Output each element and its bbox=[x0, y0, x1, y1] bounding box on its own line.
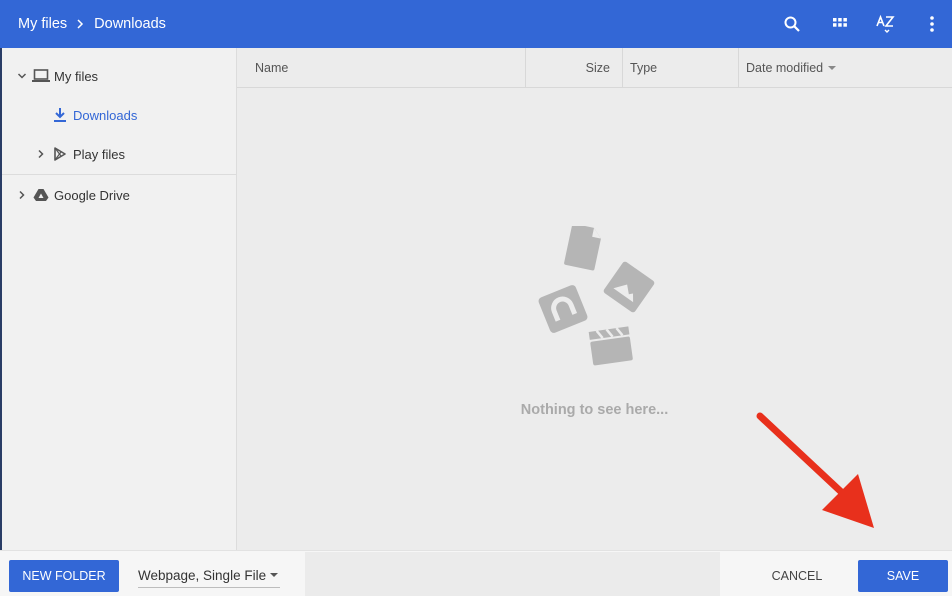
google-drive-icon bbox=[32, 186, 50, 204]
laptop-icon bbox=[32, 67, 50, 85]
sidebar-item-downloads[interactable]: Downloads bbox=[2, 97, 237, 133]
cancel-button[interactable]: CANCEL bbox=[748, 560, 846, 592]
image-icon bbox=[603, 261, 655, 313]
sort-descending-icon bbox=[828, 65, 837, 70]
sidebar-item-label: My files bbox=[54, 68, 99, 84]
column-divider[interactable] bbox=[622, 48, 623, 87]
breadcrumb-downloads[interactable]: Downloads bbox=[94, 16, 166, 32]
new-folder-button[interactable]: NEW FOLDER bbox=[9, 560, 119, 592]
save-button[interactable]: SAVE bbox=[858, 560, 948, 592]
sidebar-item-google-drive[interactable]: Google Drive bbox=[2, 177, 237, 213]
sidebar-divider bbox=[2, 174, 237, 175]
column-type[interactable]: Type bbox=[630, 48, 657, 87]
column-date-label: Date modified bbox=[746, 60, 824, 75]
breadcrumb: My files Downloads bbox=[18, 16, 166, 32]
column-type-label: Type bbox=[630, 60, 658, 75]
title-bar: My files Downloads bbox=[0, 0, 952, 48]
sort-az-icon[interactable] bbox=[870, 8, 902, 40]
file-type-value: Webpage, Single File bbox=[138, 568, 267, 583]
more-vert-icon[interactable] bbox=[916, 8, 948, 40]
sidebar-item-label: Google Drive bbox=[54, 187, 130, 203]
play-store-icon bbox=[51, 145, 69, 163]
sidebar-item-label: Play files bbox=[73, 146, 126, 162]
dialog-footer: NEW FOLDER Webpage, Single File CANCEL S… bbox=[0, 550, 952, 596]
empty-state-message: Nothing to see here... bbox=[520, 402, 669, 418]
column-header-row: Name Size Type Date modified bbox=[237, 48, 952, 88]
chevron-down-icon[interactable] bbox=[14, 68, 30, 84]
column-size[interactable]: Size bbox=[526, 48, 610, 87]
sidebar-item-play-files[interactable]: Play files bbox=[2, 136, 237, 172]
sidebar-item-label: Downloads bbox=[73, 107, 138, 123]
search-icon[interactable] bbox=[776, 8, 808, 40]
column-divider[interactable] bbox=[738, 48, 739, 87]
chevron-right-icon[interactable] bbox=[14, 187, 30, 203]
grid-view-icon[interactable] bbox=[824, 8, 856, 40]
audio-icon bbox=[538, 285, 588, 333]
download-icon bbox=[51, 106, 69, 124]
file-type-select[interactable]: Webpage, Single File bbox=[138, 564, 280, 588]
file-list-pane[interactable]: Name Size Type Date modified Nothing to … bbox=[237, 48, 952, 550]
sidebar: My files Downloads Play files Google Dri… bbox=[0, 48, 237, 550]
dropdown-arrow-icon bbox=[270, 573, 278, 577]
breadcrumb-my-files[interactable]: My files bbox=[18, 16, 67, 32]
toolbar bbox=[776, 0, 952, 48]
document-icon bbox=[564, 223, 601, 271]
empty-folder-illustration bbox=[535, 223, 659, 376]
column-name[interactable]: Name bbox=[255, 48, 288, 87]
column-size-label: Size bbox=[585, 60, 610, 75]
video-icon bbox=[588, 326, 633, 366]
column-date-modified[interactable]: Date modified bbox=[746, 48, 837, 87]
chevron-right-icon[interactable] bbox=[33, 146, 49, 162]
chevron-right-icon bbox=[75, 18, 85, 30]
filename-input[interactable] bbox=[305, 552, 720, 596]
column-name-label: Name bbox=[255, 60, 289, 75]
sidebar-item-my-files[interactable]: My files bbox=[2, 58, 237, 94]
